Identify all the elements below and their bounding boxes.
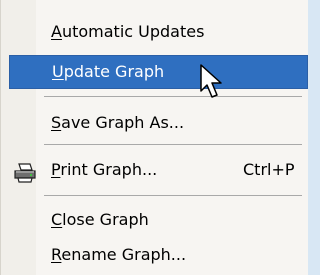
context-menu: Automatic Updates Update Graph Save Grap… [0,0,308,275]
menu-item-label: Automatic Updates [51,22,205,41]
menu-item-save-graph-as[interactable]: Save Graph As... [9,106,308,140]
menu-separator [44,195,302,196]
menu-item-print-graph[interactable]: Print Graph... Ctrl+P [9,153,308,187]
menu-item-shortcut: Ctrl+P [243,160,295,179]
menu-item-label: Save Graph As... [51,113,185,132]
menu-item-label: Print Graph... [51,160,158,179]
menu-item-label: Close Graph [51,210,149,229]
mouse-pointer-icon [200,64,226,102]
menu-item-close-graph[interactable]: Close Graph [9,203,308,237]
menu-item-rename-graph[interactable]: Rename Graph... [9,238,308,272]
menu-item-update-graph[interactable]: Update Graph [9,55,308,89]
menu-item-label: Rename Graph... [51,245,187,264]
printer-icon [13,161,37,183]
menu-separator [44,144,302,145]
menu-item-label: Update Graph [52,62,165,81]
menu-separator [44,96,302,97]
menu-item-automatic-updates[interactable]: Automatic Updates [9,15,308,49]
